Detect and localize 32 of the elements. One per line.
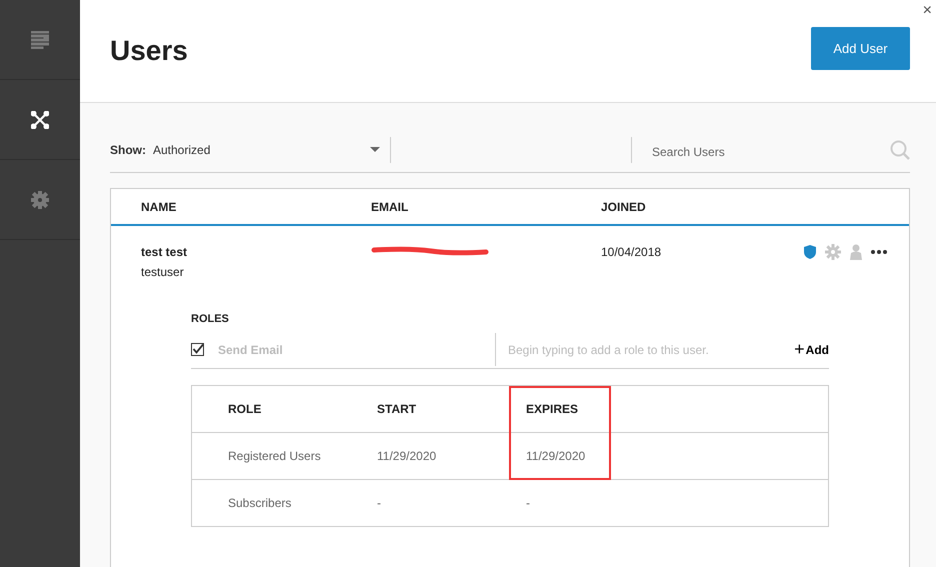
add-user-button[interactable]: Add User [811, 27, 910, 70]
close-button[interactable]: × [922, 2, 932, 20]
column-header: JOINED [601, 200, 647, 214]
settings-icon[interactable] [31, 190, 49, 208]
joined-date: 10/04/2018 [601, 245, 662, 261]
page-title: Users [110, 35, 188, 67]
search-field[interactable]: Search Users [650, 142, 854, 160]
start-date: - [377, 496, 382, 510]
user-login: testuser [141, 265, 184, 279]
send-email-label: Send Email [218, 342, 284, 356]
role-name: Registered Users [228, 449, 322, 463]
column-header: START [377, 402, 418, 416]
show-label: Show: [110, 142, 146, 156]
role-name: Subscribers [228, 496, 292, 510]
search-icon [890, 140, 910, 160]
more-icon[interactable] [871, 250, 887, 254]
expiry-date: 11/29/2020 [526, 449, 586, 463]
expiry-date: - [526, 496, 531, 510]
column-header: NAME [141, 200, 178, 214]
column-header: ROLE [228, 402, 262, 416]
caret-icon [370, 147, 380, 152]
tools-icon[interactable] [31, 110, 49, 128]
shield-icon[interactable] [804, 245, 816, 259]
user-name: test test [141, 245, 188, 259]
add-role-button[interactable]: +Add [794, 339, 829, 360]
checkbox[interactable] [191, 343, 204, 356]
list-icon[interactable] [31, 30, 49, 48]
column-header: EXPIRES [526, 402, 580, 416]
start-date: 11/29/2020 [377, 449, 438, 463]
column-header: EMAIL [371, 200, 410, 214]
section-title: ROLES [191, 313, 230, 325]
show-dropdown[interactable]: Authorized [153, 142, 380, 156]
